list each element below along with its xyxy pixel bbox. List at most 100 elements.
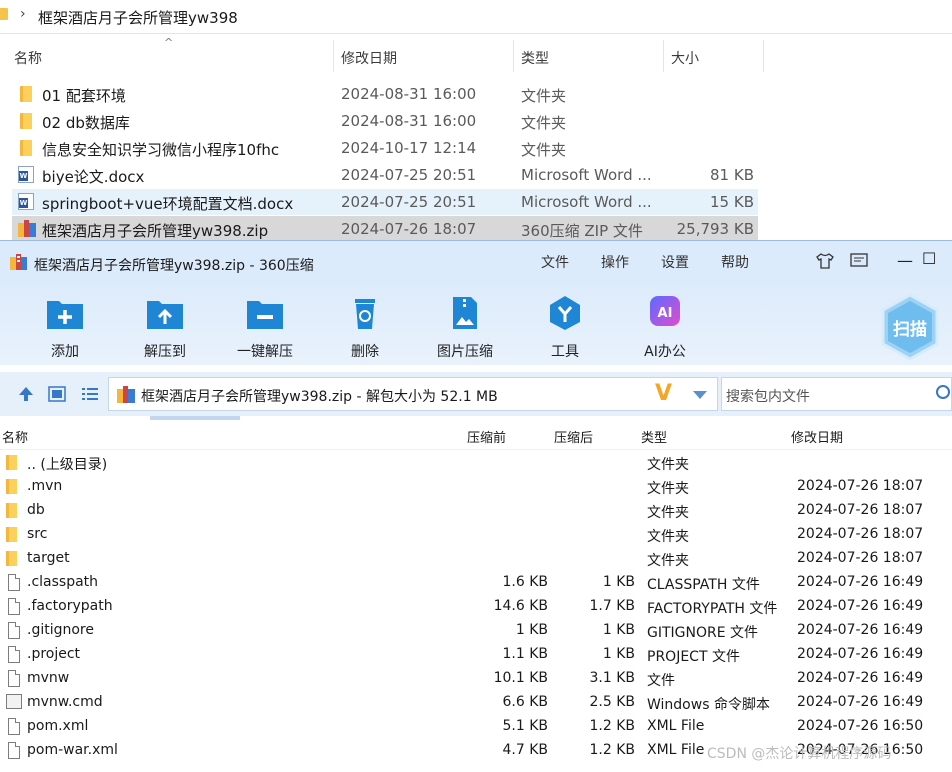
- explorer-cell-type: 文件夹: [521, 87, 567, 105]
- cmd-script-icon: [6, 694, 22, 709]
- archive-cell-after: 1 KB: [602, 574, 635, 590]
- archive-list-row[interactable]: mvnw 10.1 KB 3.1 KB 文件 2024-07-26 16:49: [0, 667, 952, 691]
- column-header-size[interactable]: 大小: [671, 48, 699, 68]
- toolbar-ribbon: 添加 解压到 一键解压 删除 图片压缩 工具 AI AI办公: [0, 281, 952, 365]
- up-arrow-icon[interactable]: [18, 386, 34, 402]
- explorer-row[interactable]: 01 配套环境 2024-08-31 16:00 文件夹: [12, 81, 758, 107]
- archive-list-row[interactable]: .mvn 文件夹 2024-07-26 18:07: [0, 475, 952, 499]
- archive-cell-after: 1.2 KB: [589, 742, 636, 758]
- explorer-cell-name: 01 配套环境: [42, 87, 126, 105]
- menu-file[interactable]: 文件: [541, 252, 569, 272]
- folder-icon: [20, 113, 32, 129]
- tools-button[interactable]: 工具: [520, 295, 610, 363]
- archive-cell-type: 文件: [647, 673, 675, 689]
- archive-list-row[interactable]: pom.xml 5.1 KB 1.2 KB XML File 2024-07-26 16…: [0, 715, 952, 739]
- archive-cell-name: .classpath: [27, 574, 99, 590]
- scan-button[interactable]: 扫描: [880, 293, 940, 361]
- add-button[interactable]: 添加: [20, 295, 110, 363]
- quick-extract-button[interactable]: 一键解压: [220, 295, 310, 363]
- explorer-cell-type: Microsoft Word ...: [521, 193, 652, 211]
- archiver-window: 框架酒店月子会所管理yw398.zip - 360压缩 文件 操作 设置 帮助 …: [0, 240, 952, 772]
- folder-icon: [20, 140, 32, 156]
- archive-list-row[interactable]: db 文件夹 2024-07-26 18:07: [0, 499, 952, 523]
- column-header-name[interactable]: 名称: [14, 48, 42, 68]
- tools-icon: [550, 296, 580, 330]
- archive-path-bar[interactable]: 框架酒店月子会所管理yw398.zip - 解包大小为 52.1 MB V: [108, 377, 718, 411]
- archive-list-row[interactable]: target 文件夹 2024-07-26 18:07: [0, 547, 952, 571]
- archive-cell-type: Windows 命令脚本: [647, 697, 770, 713]
- list-view-icon[interactable]: [81, 386, 99, 402]
- explorer-column-headers: 名称 修改日期 类型 大小: [0, 40, 952, 72]
- extract-to-button[interactable]: 解压到: [120, 295, 210, 363]
- explorer-cell-size: 15 KB: [710, 193, 754, 211]
- folder-icon: [6, 455, 17, 470]
- explorer-row[interactable]: 02 db数据库 2024-08-31 16:00 文件夹: [12, 108, 758, 134]
- archive-cell-name: .. (上级目录): [27, 457, 108, 473]
- archiver-titlebar[interactable]: 框架酒店月子会所管理yw398.zip - 360压缩 文件 操作 设置 帮助 …: [0, 241, 952, 281]
- search-input[interactable]: 搜索包内文件: [721, 377, 952, 411]
- archive-cell-before: 1.1 KB: [502, 646, 549, 662]
- column-header-date[interactable]: 修改日期: [341, 48, 397, 68]
- archive-list-row[interactable]: .classpath 1.6 KB 1 KB CLASSPATH 文件 2024-07-…: [0, 571, 952, 595]
- archive-cell-date: 2024-07-26 16:49: [797, 670, 924, 686]
- archive-cell-date: 2024-07-26 18:07: [797, 502, 924, 518]
- list-header-date[interactable]: 修改日期: [791, 427, 843, 449]
- list-header-type[interactable]: 类型: [641, 427, 667, 449]
- menu-help[interactable]: 帮助: [721, 252, 749, 272]
- archive-cell-date: 2024-07-26 16:49: [797, 622, 924, 638]
- archive-cell-date: 2024-07-26 18:07: [797, 478, 924, 494]
- delete-button[interactable]: 删除: [320, 295, 410, 363]
- folder-icon: [6, 551, 17, 566]
- address-bar[interactable]: › 框架酒店月子会所管理yw398: [0, 0, 952, 34]
- list-header-before[interactable]: 压缩前: [467, 427, 506, 449]
- archive-cell-type: 文件夹: [647, 481, 689, 497]
- minimize-icon[interactable]: —: [897, 251, 913, 270]
- archive-cell-type: 文件夹: [647, 505, 689, 521]
- chevron-right-icon[interactable]: ›: [20, 6, 26, 22]
- search-icon[interactable]: [936, 385, 950, 399]
- archive-cell-type: PROJECT 文件: [647, 649, 740, 665]
- explorer-row[interactable]: 框架酒店月子会所管理yw398.zip 2024-07-26 18:07 360压缩…: [12, 216, 758, 242]
- archive-cell-name: .gitignore: [27, 622, 94, 638]
- skin-shirt-icon[interactable]: [816, 253, 834, 269]
- explorer-cell-type: 360压缩 ZIP 文件: [521, 222, 643, 240]
- archive-cell-type: XML File: [647, 718, 705, 734]
- word-doc-icon: [18, 193, 34, 210]
- search-placeholder: 搜索包内文件: [726, 389, 810, 405]
- file-explorer: › 框架酒店月子会所管理yw398 ^ 名称 修改日期 类型 大小 01 配套环…: [0, 0, 952, 242]
- extract-to-icon: [147, 301, 183, 329]
- list-header-after[interactable]: 压缩后: [554, 427, 593, 449]
- explorer-cell-type: 文件夹: [521, 114, 567, 132]
- explorer-cell-name: 02 db数据库: [42, 114, 130, 132]
- explorer-row[interactable]: 信息安全知识学习微信小程序10fhc 2024-10-17 12:14 文件夹: [12, 135, 758, 161]
- menu-operate[interactable]: 操作: [601, 252, 629, 272]
- file-icon: [8, 598, 20, 615]
- message-icon[interactable]: [850, 253, 868, 269]
- archive-list-row[interactable]: mvnw.cmd 6.6 KB 2.5 KB Windows 命令脚本 2024-07-…: [0, 691, 952, 715]
- folder-icon: [6, 503, 17, 518]
- archive-cell-after: 1.7 KB: [589, 598, 636, 614]
- archive-cell-type: 文件夹: [647, 457, 689, 473]
- explorer-row[interactable]: springboot+vue环境配置文档.docx 2024-07-25 20:5…: [12, 189, 758, 215]
- archive-list-row[interactable]: src 文件夹 2024-07-26 18:07: [0, 523, 952, 547]
- image-compress-button[interactable]: 图片压缩: [420, 295, 510, 363]
- dropdown-arrow-icon[interactable]: [693, 391, 707, 399]
- explorer-row[interactable]: biye论文.docx 2024-07-25 20:51 Microsoft Wor…: [12, 162, 758, 188]
- maximize-icon[interactable]: ☐: [922, 249, 936, 268]
- scroll-indicator: [150, 416, 240, 420]
- archive-list-row[interactable]: .project 1.1 KB 1 KB PROJECT 文件 2024-07-26 1…: [0, 643, 952, 667]
- vip-v-icon[interactable]: V: [655, 381, 672, 406]
- ai-office-button[interactable]: AI AI办公: [620, 295, 710, 363]
- column-header-type[interactable]: 类型: [521, 48, 549, 68]
- archive-cell-after: 2.5 KB: [589, 694, 636, 710]
- archive-list-row[interactable]: .gitignore 1 KB 1 KB GITIGNORE 文件 2024-07-26…: [0, 619, 952, 643]
- quick-extract-icon: [247, 301, 283, 329]
- menu-settings[interactable]: 设置: [661, 252, 689, 272]
- folder-icon: [0, 8, 8, 20]
- address-path[interactable]: 框架酒店月子会所管理yw398: [38, 7, 238, 28]
- thumbnail-view-icon[interactable]: [48, 386, 66, 402]
- archive-cell-before: 4.7 KB: [502, 742, 549, 758]
- list-header-name[interactable]: 名称: [2, 427, 28, 449]
- archive-list-row[interactable]: .. (上级目录) 文件夹: [0, 451, 952, 475]
- archive-list-row[interactable]: .factorypath 14.6 KB 1.7 KB FACTORYPATH 文件 2…: [0, 595, 952, 619]
